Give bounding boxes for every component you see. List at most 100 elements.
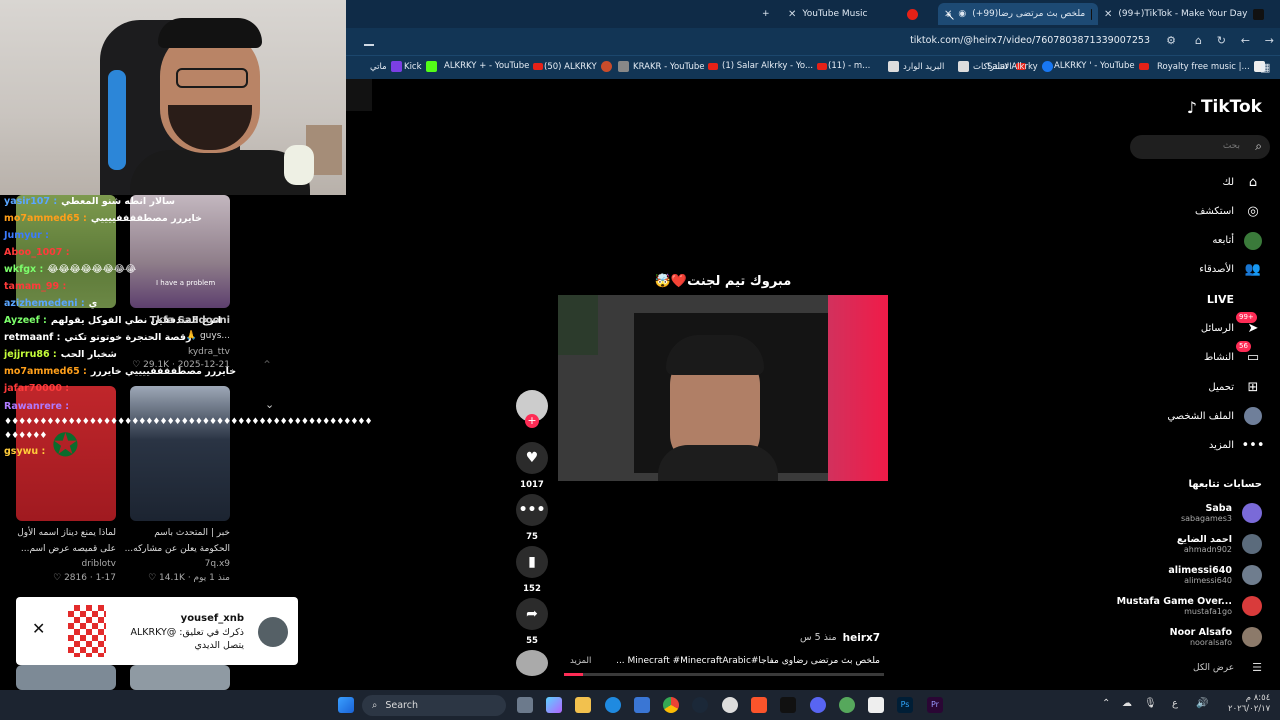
card-title[interactable]: Tkfa Sa3dooni [150, 315, 230, 326]
tab-youtube-music[interactable]: ✕ YouTube Music [788, 3, 919, 25]
file-explorer-icon[interactable] [575, 697, 591, 713]
tab-tiktok[interactable]: ✕ (99+)TikTok - Make Your Day [1104, 3, 1265, 25]
brave-icon[interactable] [751, 697, 767, 713]
nav-item[interactable]: لك ⌂ [1223, 173, 1262, 191]
photoshop-icon[interactable]: Ps [897, 697, 913, 713]
x-icon[interactable] [780, 697, 796, 713]
reload-icon[interactable]: ↻ [1217, 34, 1226, 47]
obs-icon[interactable] [722, 697, 738, 713]
bookmark-item[interactable]: (11) - m... [828, 61, 870, 71]
tab-active[interactable]: ✕ ◉ ملخص بث مرتضى رضا(99+) [938, 3, 1098, 25]
mouse-cursor-icon: ↖ [946, 10, 956, 23]
nav-item[interactable]: الأصدقاء 👥 [1199, 261, 1262, 279]
taskbar-search[interactable]: ⌕ Search [362, 695, 506, 716]
followed-account[interactable]: alimessi640 alimessi640 [1168, 565, 1262, 585]
thumbnail-2[interactable]: I have a problem [130, 195, 230, 308]
card-title[interactable]: خبر | المتحدث باسم [154, 528, 230, 538]
bookmark-item[interactable]: ماتي [370, 61, 402, 72]
forward-icon[interactable]: → [1265, 34, 1274, 47]
bookmark-item[interactable]: (1) Salar Alkrky - Yo... [722, 61, 828, 71]
nav-item[interactable]: النشاط ▭ 56 [1204, 340, 1262, 367]
tab-label: (99+)TikTok - Make Your Day [1118, 9, 1248, 19]
steam-icon[interactable] [692, 697, 708, 713]
card-author[interactable]: 7q.x9 [205, 559, 230, 569]
sound-disc-icon[interactable] [516, 650, 548, 676]
mic-icon[interactable]: 🎙 [1144, 698, 1157, 709]
bookmark-item[interactable]: البريد الوارد [888, 61, 944, 72]
chat-message: wkfgx : 😂😂😂😂😂😂😂😂 [4, 264, 136, 275]
chat-username: mo7ammed65 : [4, 366, 87, 377]
bookmark-item[interactable]: KRAKR - YouTube [618, 61, 719, 72]
tab-label: ملخص بث مرتضى رضا(99+) [972, 9, 1086, 19]
bookmark-item[interactable]: Salar Alkrky [987, 61, 1053, 72]
windows-start-icon[interactable] [338, 697, 354, 713]
bookmark-item[interactable]: Kick [404, 61, 437, 72]
followed-account[interactable]: احمد الضايع ahmadn902 [1177, 534, 1262, 554]
nav-item[interactable]: الرسائل ➤ 99+ [1201, 311, 1262, 338]
avatar [1242, 627, 1262, 647]
window-control-icon[interactable] [364, 44, 374, 46]
task-view-icon[interactable] [517, 697, 533, 713]
chevron-up-icon[interactable]: ⌃ [262, 358, 272, 372]
like-button[interactable]: ♥ 1017 [516, 442, 548, 490]
video-author[interactable]: heirx7 [843, 632, 880, 644]
nav-item[interactable]: أتابعه [1212, 231, 1262, 250]
premiere-icon[interactable]: Pr [927, 697, 943, 713]
chrome-icon[interactable] [663, 697, 679, 713]
followed-account[interactable]: Saba sabagames3 [1181, 503, 1262, 523]
nav-item[interactable]: المزيد ••• [1209, 437, 1265, 455]
card-title[interactable]: لماذا يمنع ديناز اسمه الأول [17, 528, 116, 538]
thumbnail-6[interactable] [130, 665, 230, 690]
edge-icon[interactable] [605, 697, 621, 713]
chevron-up-icon[interactable]: ⌃ [1102, 698, 1110, 709]
thumbnail-5[interactable] [16, 665, 116, 690]
chevron-down-icon[interactable]: ⌄ [265, 398, 274, 411]
bookmark-item[interactable]: ALKRKY + - YouTube [444, 61, 544, 71]
card-author[interactable]: driblotv [82, 559, 117, 569]
all-bookmarks-icon[interactable]: ▦ [1260, 61, 1270, 74]
video-player[interactable] [558, 295, 888, 481]
followed-account[interactable]: Mustafa Game Over... mustafa1go [1117, 596, 1262, 616]
close-tab-icon[interactable]: ✕ [1104, 9, 1112, 20]
comment-button[interactable]: ••• 75 [516, 494, 548, 542]
back-icon[interactable]: ← [1241, 34, 1250, 47]
chat-message: azizhemedeni :ي [4, 298, 97, 309]
home-icon[interactable]: ⌂ [1195, 34, 1202, 47]
nav-item[interactable]: الملف الشخصي [1167, 407, 1262, 426]
app-icon[interactable] [868, 697, 884, 713]
card-author[interactable]: kydra_ttv [188, 347, 230, 357]
url-field[interactable]: tiktok.com/@heirx7/video/760780387133900… [910, 35, 1150, 46]
chat-username: yasir107 : [4, 196, 58, 207]
followed-account[interactable]: Noor Alsafo nooralsafo [1170, 627, 1262, 647]
see-all-link[interactable]: عرض الكل ☰ [1193, 661, 1262, 674]
cloud-icon[interactable]: ☁ [1122, 698, 1132, 709]
store-icon[interactable] [634, 697, 650, 713]
share-button[interactable]: ➦ 55 [516, 598, 548, 646]
nav-item[interactable]: LIVE [1207, 290, 1262, 308]
more-link[interactable]: المزيد [570, 656, 591, 666]
input-language[interactable]: ع [1172, 698, 1178, 709]
app-icon[interactable] [839, 697, 855, 713]
new-tab-button[interactable]: + [762, 3, 770, 25]
discord-icon[interactable] [810, 697, 826, 713]
bookmark-item[interactable]: Royalty free music |... [1157, 61, 1265, 72]
video-progress-track[interactable] [564, 673, 884, 676]
close-tab-icon[interactable]: ✕ [788, 9, 796, 20]
follow-plus-icon[interactable]: + [525, 414, 539, 428]
thumbnail-4[interactable] [130, 386, 230, 521]
bookmark-item[interactable]: (50) ALKRKY [544, 61, 612, 72]
save-button[interactable]: ▮ 152 [516, 546, 548, 594]
clock[interactable]: ٨:٥٤ م ٢٠٢٦/٠٢/١٧ [1228, 693, 1270, 715]
close-icon[interactable]: ✕ [32, 619, 45, 638]
copilot-icon[interactable] [546, 697, 562, 713]
mention-notification[interactable]: ✕ yousef_xnb ذكرك في تعليق: @ALKRKY يتصل… [16, 597, 298, 665]
volume-icon[interactable]: 🔊 [1196, 698, 1208, 709]
site-settings-icon[interactable]: ⚙ [1166, 34, 1176, 47]
nav-item[interactable]: استكشف ◎ [1195, 202, 1262, 220]
bookmark-item[interactable]: ALKRKY ' - YouTube [1054, 61, 1149, 71]
search-box[interactable]: بحث ⌕ [1130, 135, 1270, 159]
audio-icon[interactable]: ◉ [958, 9, 966, 19]
nav-item[interactable]: تحميل ⊞ [1208, 378, 1262, 396]
tiktok-logo[interactable]: ♪ TikTok [1187, 97, 1262, 117]
search-icon[interactable]: ⌕ [1255, 139, 1262, 154]
